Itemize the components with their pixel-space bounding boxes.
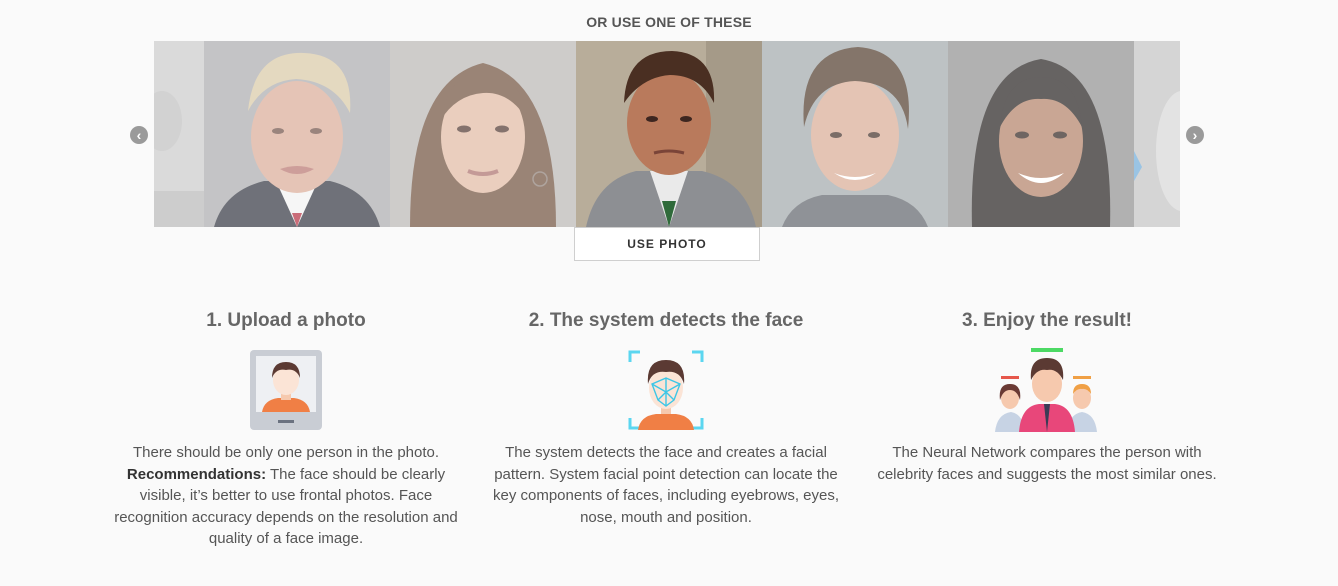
chevron-right-icon[interactable]: ›: [1186, 126, 1204, 144]
step-title: 3. Enjoy the result!: [962, 310, 1132, 331]
carousel-photo[interactable]: [762, 41, 948, 227]
step-description: The system detects the face and creates …: [492, 444, 840, 526]
carousel-photo-selected[interactable]: [576, 41, 762, 227]
step-title: 2. The system detects the face: [528, 310, 804, 331]
step-result: 3. Enjoy the result! The Neural Network …: [857, 308, 1237, 485]
use-photo-button[interactable]: USE PHOTO: [574, 227, 760, 261]
step-detect: 2. The system detects the face The syste…: [476, 308, 856, 528]
step-title: 1. Upload a photo: [206, 310, 366, 331]
carousel-photo[interactable]: [948, 41, 1134, 227]
step-description: The Neural Network compares the person w…: [877, 444, 1217, 483]
carousel-photo[interactable]: [390, 41, 576, 227]
carousel-photo[interactable]: [154, 41, 204, 227]
people-match-icon: [995, 348, 1099, 432]
face-detection-icon: [626, 348, 706, 432]
chevron-left-icon[interactable]: ‹: [130, 126, 148, 144]
gallery-heading: OR USE ONE OF THESE: [586, 14, 752, 30]
step-upload: 1. Upload a photo There should be only o…: [96, 308, 476, 550]
carousel-photo[interactable]: [1134, 41, 1180, 227]
upload-photo-icon: [246, 348, 326, 432]
carousel-photo[interactable]: [204, 41, 390, 227]
step-description: There should be only one person in the p…: [114, 444, 458, 548]
photo-carousel: [154, 41, 1180, 227]
